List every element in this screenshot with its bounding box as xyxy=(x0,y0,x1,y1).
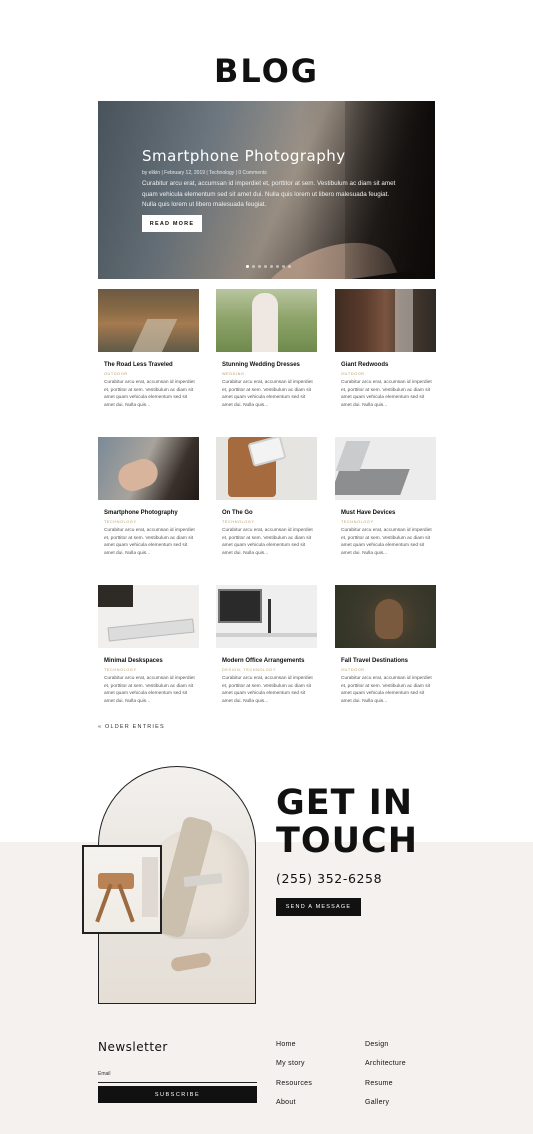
hero-excerpt: Curabitur arcu erat, accumsan id imperdi… xyxy=(142,180,396,208)
post-card[interactable]: Fall Travel Destinations OUTDOOR Curabit… xyxy=(335,585,436,705)
post-card[interactable]: On The Go TECHNOLOGY Curabitur arcu erat… xyxy=(216,437,317,557)
read-more-button[interactable]: READ MORE xyxy=(142,215,202,232)
contact-phone[interactable]: (255) 352-6258 xyxy=(276,871,382,886)
footer-link-home[interactable]: Home xyxy=(276,1041,296,1048)
post-category[interactable]: TECHNOLOGY xyxy=(104,520,199,524)
contact-heading: GET IN TOUCH xyxy=(276,784,418,860)
post-title[interactable]: The Road Less Traveled xyxy=(104,362,199,368)
post-thumbnail[interactable] xyxy=(335,289,436,352)
footer-link-gallery[interactable]: Gallery xyxy=(365,1099,389,1106)
post-card[interactable]: The Road Less Traveled OUTDOOR Curabitur… xyxy=(98,289,199,409)
stool-leg-graphic xyxy=(117,883,135,923)
post-thumbnail[interactable] xyxy=(98,585,199,648)
slider-dot[interactable] xyxy=(288,265,291,268)
post-category[interactable]: TECHNOLOGY xyxy=(341,520,436,524)
post-excerpt: Curabitur arcu erat, accumsan id imperdi… xyxy=(341,380,432,408)
post-card[interactable]: Stunning Wedding Dresses WEDDING Curabit… xyxy=(216,289,317,409)
slider-dot[interactable] xyxy=(258,265,261,268)
subscribe-button[interactable]: SUBSCRIBE xyxy=(98,1086,257,1103)
footer-link-design[interactable]: Design xyxy=(365,1041,389,1048)
contact-section-background xyxy=(0,842,533,1134)
contact-heading-line1: GET IN xyxy=(276,783,414,823)
footer-link-resume[interactable]: Resume xyxy=(365,1080,393,1087)
footer-link-my-story[interactable]: My story xyxy=(276,1060,305,1067)
post-category[interactable]: WEDDING xyxy=(222,372,317,376)
slider-dot[interactable] xyxy=(276,265,279,268)
post-excerpt: Curabitur arcu erat, accumsan id imperdi… xyxy=(341,676,432,704)
post-card[interactable]: Giant Redwoods OUTDOOR Curabitur arcu er… xyxy=(335,289,436,409)
slider-dots xyxy=(246,265,291,268)
post-excerpt: Curabitur arcu erat, accumsan id imperdi… xyxy=(104,676,195,704)
contact-inset-image xyxy=(82,845,162,934)
older-entries-link[interactable]: « OLDER ENTRIES xyxy=(98,724,165,730)
wall-panel-graphic xyxy=(142,857,158,917)
post-category[interactable]: TECHNOLOGY xyxy=(222,520,317,524)
post-thumbnail[interactable] xyxy=(98,437,199,500)
post-thumbnail[interactable] xyxy=(216,437,317,500)
post-excerpt: Curabitur arcu erat, accumsan id imperdi… xyxy=(222,676,313,704)
featured-post-slider[interactable]: Smartphone Photography by elikin | Febru… xyxy=(98,101,435,279)
slider-dot[interactable] xyxy=(282,265,285,268)
newsletter-title: Newsletter xyxy=(98,1040,168,1054)
footer-link-architecture[interactable]: Architecture xyxy=(365,1060,406,1067)
post-title[interactable]: Giant Redwoods xyxy=(341,362,436,368)
post-title[interactable]: Minimal Deskspaces xyxy=(104,658,199,664)
post-excerpt: Curabitur arcu erat, accumsan id imperdi… xyxy=(222,380,313,408)
post-thumbnail[interactable] xyxy=(216,585,317,648)
page-title: BLOG xyxy=(213,52,320,90)
send-message-button[interactable]: SEND A MESSAGE xyxy=(276,898,361,916)
post-title[interactable]: Fall Travel Destinations xyxy=(341,658,436,664)
post-card[interactable]: Smartphone Photography TECHNOLOGY Curabi… xyxy=(98,437,199,557)
footer-link-resources[interactable]: Resources xyxy=(276,1080,312,1087)
post-thumbnail[interactable] xyxy=(335,437,436,500)
post-thumbnail[interactable] xyxy=(216,289,317,352)
post-category[interactable]: OUTDOOR xyxy=(341,372,436,376)
slider-dot[interactable] xyxy=(246,265,249,268)
slider-dot[interactable] xyxy=(270,265,273,268)
post-category[interactable]: OUTDOOR xyxy=(341,668,436,672)
stool-leg-graphic xyxy=(95,883,113,923)
post-excerpt: Curabitur arcu erat, accumsan id imperdi… xyxy=(341,528,432,556)
post-card[interactable]: Minimal Deskspaces TECHNOLOGY Curabitur … xyxy=(98,585,199,705)
slider-dot[interactable] xyxy=(252,265,255,268)
email-field[interactable] xyxy=(98,1078,257,1083)
post-category[interactable]: OUTDOOR xyxy=(104,372,199,376)
contact-heading-line2: TOUCH xyxy=(276,821,419,861)
post-title[interactable]: Modern Office Arrangements xyxy=(222,658,317,664)
post-excerpt: Curabitur arcu erat, accumsan id imperdi… xyxy=(104,380,195,408)
post-card[interactable]: Modern Office Arrangements DESIGN, TECHN… xyxy=(216,585,317,705)
post-card[interactable]: Must Have Devices TECHNOLOGY Curabitur a… xyxy=(335,437,436,557)
shoes-graphic xyxy=(170,951,212,973)
hero-meta: by elikin | February 12, 2019 | Technolo… xyxy=(142,170,267,176)
post-category[interactable]: TECHNOLOGY xyxy=(104,668,199,672)
post-thumbnail[interactable] xyxy=(98,289,199,352)
stool-seat-graphic xyxy=(98,873,134,889)
footer-link-about[interactable]: About xyxy=(276,1099,296,1106)
post-excerpt: Curabitur arcu erat, accumsan id imperdi… xyxy=(104,528,195,556)
post-title[interactable]: Must Have Devices xyxy=(341,510,436,516)
post-title[interactable]: Smartphone Photography xyxy=(104,510,199,516)
post-title[interactable]: On The Go xyxy=(222,510,317,516)
email-label: Email xyxy=(98,1071,111,1077)
hero-title[interactable]: Smartphone Photography xyxy=(142,147,346,165)
slider-dot[interactable] xyxy=(264,265,267,268)
post-excerpt: Curabitur arcu erat, accumsan id imperdi… xyxy=(222,528,313,556)
post-title[interactable]: Stunning Wedding Dresses xyxy=(222,362,317,368)
post-category[interactable]: DESIGN, TECHNOLOGY xyxy=(222,668,317,672)
post-thumbnail[interactable] xyxy=(335,585,436,648)
